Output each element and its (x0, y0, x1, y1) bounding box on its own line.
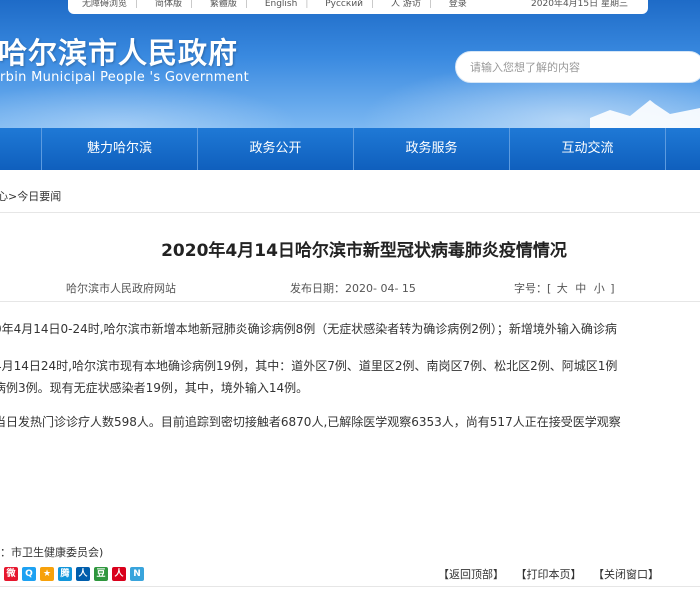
divider (0, 301, 700, 302)
nav-item-gov-affairs[interactable]: 政务公开 (198, 128, 354, 170)
top-utility-bar: 无障碍浏览 | 简体版 | 繁體版 | English | Русский | 人 游访 |… (68, 0, 648, 14)
article-editor: ：市卫生健康委员会) (0, 546, 104, 559)
topbar-link-traditional[interactable]: 繁體版 (210, 0, 237, 9)
date-value: 2020- 04- 15 (345, 282, 416, 295)
article-paragraph: 0年4月14日0-24时,哈尔滨市新增本地新冠肺炎确诊病例8例（无症状感染者转为… (0, 322, 617, 336)
page-actions: 【返回顶部】 【打印本页】 【关闭窗口】 (438, 566, 667, 582)
star-icon[interactable]: ★ (40, 567, 54, 581)
article-date: 发布日期：2020- 04- 15 (290, 280, 416, 296)
breadcrumb: 心>今日要闻 (0, 188, 61, 204)
print-page-link[interactable]: 【打印本页】 (516, 568, 582, 581)
back-to-top-link[interactable]: 【返回顶部】 (438, 568, 504, 581)
font-size-controls: 字号：[ 大 中 小 ] (514, 280, 615, 296)
divider (0, 212, 700, 213)
font-size-small-button[interactable]: 小 (594, 282, 605, 295)
nav-item-home[interactable] (0, 128, 42, 170)
font-size-large-button[interactable]: 大 (557, 282, 568, 295)
date-label: 发布日期： (290, 282, 345, 295)
nav-item-charm-harbin[interactable]: 魅力哈尔滨 (42, 128, 198, 170)
more-icon[interactable]: N (130, 567, 144, 581)
topbar-link-visit[interactable]: 人 游访 (391, 0, 421, 9)
nav-item-gov-services[interactable]: 政务服务 (354, 128, 510, 170)
article-title: 2020年4月14日哈尔滨市新型冠状病毒肺炎疫情情况 (161, 241, 567, 261)
nav-item-more[interactable] (666, 128, 700, 170)
share-bar: 微 Q ★ 腾 人 豆 人 N (4, 567, 144, 581)
topbar-link-accessibility[interactable]: 无障碍浏览 (82, 0, 127, 9)
site-title: 哈尔滨市人民政府 (0, 36, 239, 70)
main-nav: 魅力哈尔滨 政务公开 政务服务 互动交流 (0, 128, 700, 170)
people-icon[interactable]: 人 (112, 567, 126, 581)
breadcrumb-separator: > (8, 190, 18, 203)
size-label: 字号：[ (514, 282, 552, 295)
font-size-medium-button[interactable]: 中 (575, 282, 586, 295)
breadcrumb-current[interactable]: 今日要闻 (17, 190, 61, 203)
weibo-icon[interactable]: 微 (4, 567, 18, 581)
douban-icon[interactable]: 豆 (94, 567, 108, 581)
article-source: 哈尔滨市人民政府网站 (66, 282, 176, 295)
article-paragraph: 4月14日24时,哈尔滨市现有本地确诊病例19例，其中：道外区7例、道里区2例、… (0, 359, 618, 373)
size-label-end: ] (610, 282, 615, 295)
banner-cloud (0, 80, 300, 128)
breadcrumb-parent[interactable]: 心 (0, 190, 8, 203)
search-input[interactable] (455, 51, 700, 83)
skyline-decoration (590, 100, 700, 128)
topbar-link-russian[interactable]: Русский (325, 0, 363, 9)
article-paragraph: 当日发热门诊诊疗人数598人。目前追踪到密切接触者6870人,已解除医学观察63… (0, 415, 621, 429)
nav-item-interaction[interactable]: 互动交流 (510, 128, 666, 170)
article-paragraph: 病例3例。现有无症状感染者19例，其中，境外输入14例。 (0, 381, 309, 395)
tencent-icon[interactable]: 腾 (58, 567, 72, 581)
renren-icon[interactable]: 人 (76, 567, 90, 581)
close-window-link[interactable]: 【关闭窗口】 (593, 568, 659, 581)
qzone-icon[interactable]: Q (22, 567, 36, 581)
topbar-date: 2020年4月15日 星期三 (531, 0, 628, 9)
topbar-link-english[interactable]: English (265, 0, 298, 9)
topbar-link-simplified[interactable]: 简体版 (155, 0, 182, 9)
site-subtitle: rbin Municipal People 's Government (0, 70, 249, 85)
divider (0, 586, 700, 587)
topbar-link-login[interactable]: 登录 (449, 0, 467, 9)
